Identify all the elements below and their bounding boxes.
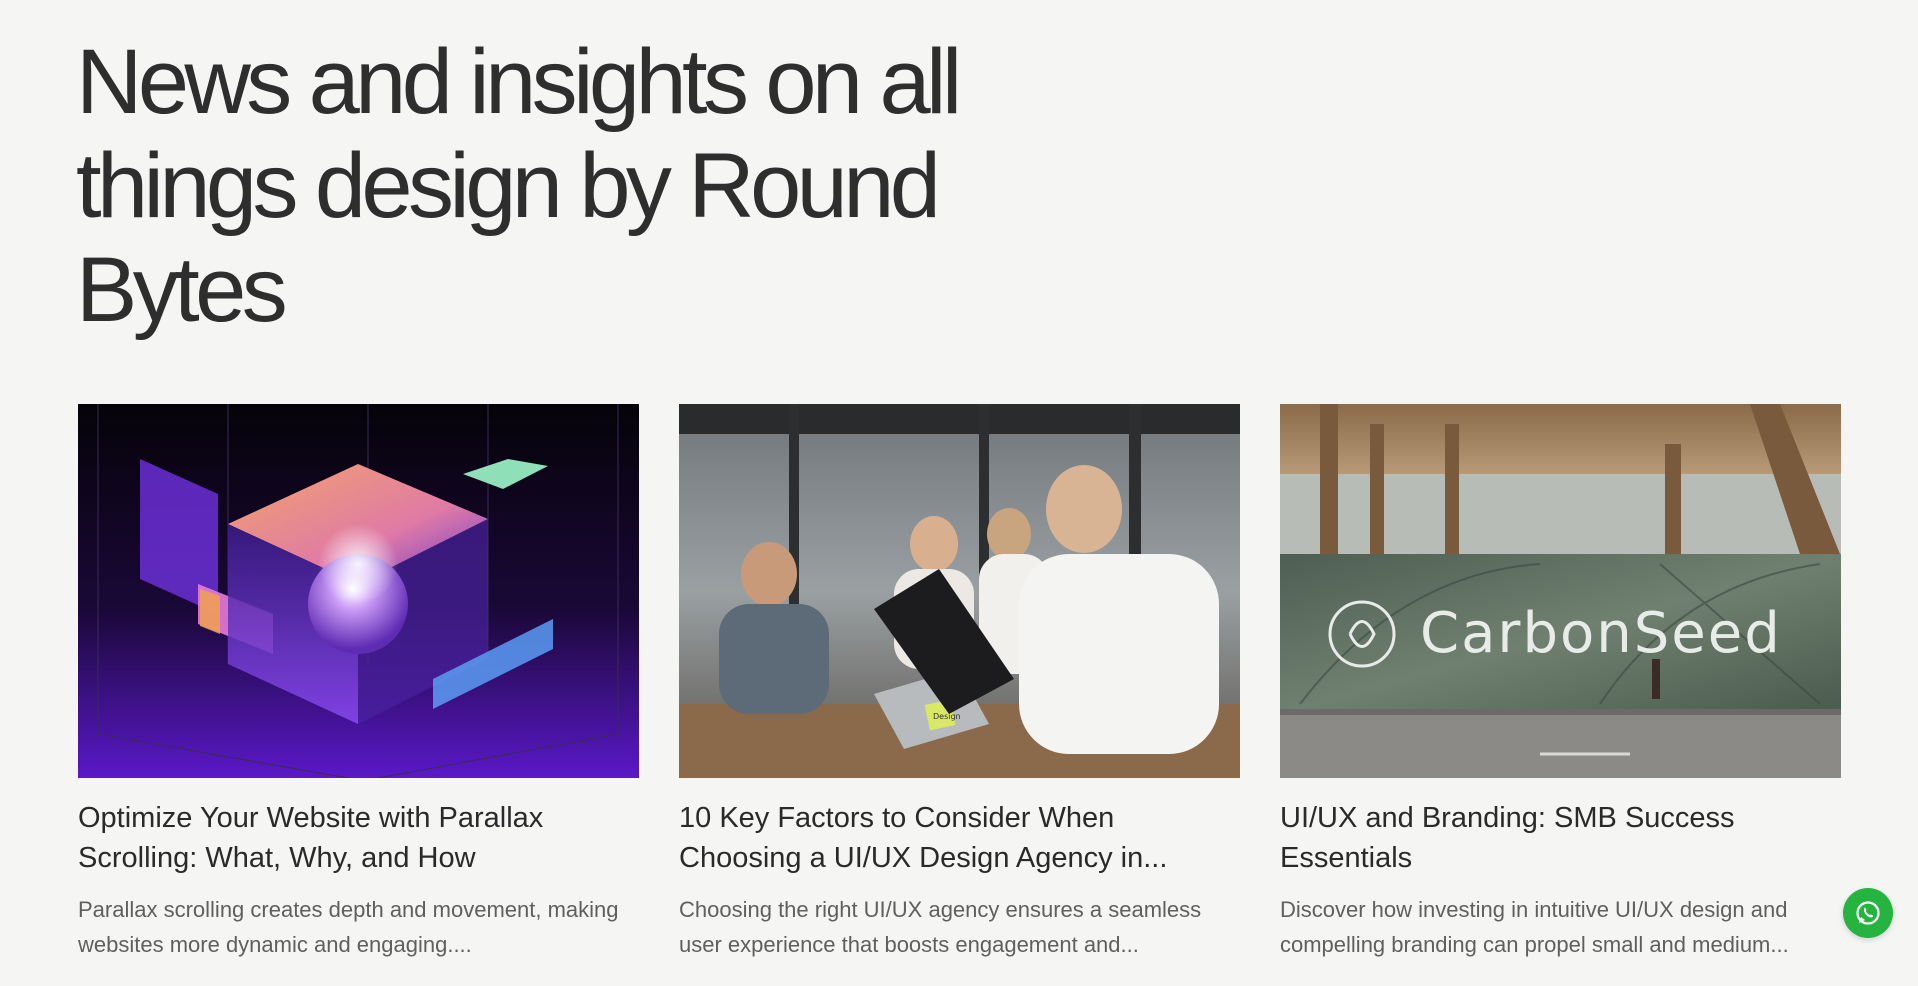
brand-text: CarbonSeed xyxy=(1420,601,1782,666)
post-excerpt: Discover how investing in intuitive UI/U… xyxy=(1280,897,1789,957)
post-grid: Optimize Your Website with Parallax Scro… xyxy=(78,404,1841,962)
whatsapp-chat-button[interactable] xyxy=(1843,888,1893,938)
sticky-note-text: Design xyxy=(933,712,961,721)
post-title[interactable]: UI/UX and Branding: SMB Success Essentia… xyxy=(1280,798,1841,878)
post-thumbnail-agency[interactable]: Design xyxy=(679,404,1240,778)
post-title[interactable]: 10 Key Factors to Consider When Choosing… xyxy=(679,798,1240,878)
blog-section: News and insights on all things design b… xyxy=(0,0,1918,986)
post-card-agency[interactable]: Design 10 Key Factors to Consider When C… xyxy=(679,404,1240,962)
post-card-parallax[interactable]: Optimize Your Website with Parallax Scro… xyxy=(78,404,639,962)
post-thumbnail-branding[interactable]: CarbonSeed xyxy=(1280,404,1841,778)
post-excerpt: Choosing the right UI/UX agency ensures … xyxy=(679,897,1202,957)
parallax-cube-illustration xyxy=(78,404,639,778)
team-meeting-photo: Design xyxy=(679,404,1240,778)
post-card-branding[interactable]: CarbonSeed UI/UX and Branding: SMB Succe… xyxy=(1280,404,1841,962)
post-excerpt: Parallax scrolling creates depth and mov… xyxy=(78,897,619,957)
carbonseed-wall-photo: CarbonSeed xyxy=(1280,404,1841,778)
post-thumbnail-parallax[interactable] xyxy=(78,404,639,778)
page-headline: News and insights on all things design b… xyxy=(76,31,962,341)
post-title[interactable]: Optimize Your Website with Parallax Scro… xyxy=(78,798,639,878)
whatsapp-icon xyxy=(1856,901,1880,925)
